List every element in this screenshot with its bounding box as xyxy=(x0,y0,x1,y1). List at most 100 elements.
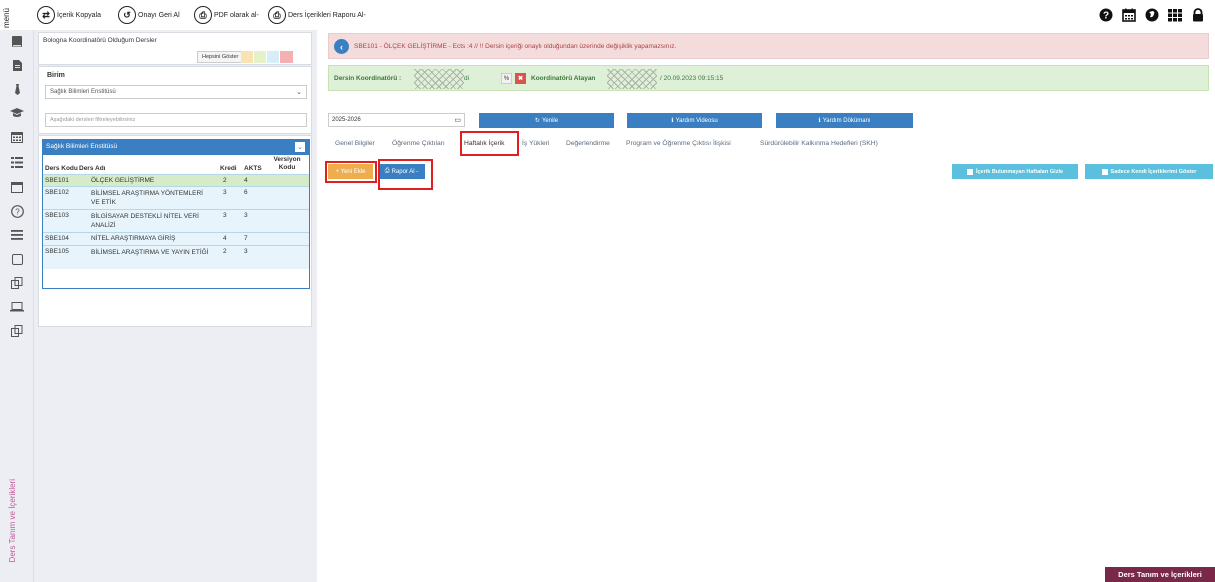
graduation-cap-icon[interactable] xyxy=(10,106,24,120)
filter-swatch-green[interactable] xyxy=(254,51,266,63)
calendar-icon[interactable] xyxy=(1121,7,1136,22)
grid-icon[interactable] xyxy=(1167,7,1182,22)
refresh-icon: ↻ xyxy=(534,118,540,124)
swap-icon: ⇄ xyxy=(37,6,55,24)
own-content-label: Sadece Kendi İçeriklerimi Göster xyxy=(1110,168,1197,175)
menu-icon[interactable] xyxy=(10,228,24,242)
book-icon[interactable] xyxy=(10,34,24,48)
revoke-approval-label: Onayı Geri Al xyxy=(138,11,180,19)
tab-assessment[interactable]: Değerlendirme xyxy=(566,140,610,147)
help-doc-button[interactable]: ℹ Yardım Dökümanı xyxy=(776,113,913,128)
square-icon[interactable] xyxy=(10,252,24,266)
calendar-icon: ▭ xyxy=(454,117,461,124)
pdf-export-button[interactable]: ⎙ PDF olarak al- xyxy=(194,6,259,24)
checkbox-icon xyxy=(1101,168,1108,175)
locked-alert: ‹ SBE101 - ÖLÇEK GELİŞTİRME - Ects :4 //… xyxy=(328,33,1209,59)
col-ects: AKTS xyxy=(244,165,262,172)
course-name: BİLGİSAYAR DESTEKLİ NİTEL VERİ ANALİZİ xyxy=(91,213,199,229)
course-list-title: Sağlık Bilimleri Enstitüsü xyxy=(46,143,118,150)
copy-content-label: İçerik Kopyala xyxy=(57,11,101,19)
refresh-button[interactable]: ↻ Yenile xyxy=(479,113,614,128)
show-all-button[interactable]: Hepsini Göster xyxy=(197,51,244,63)
revoke-approval-button[interactable]: ↺ Onayı Geri Al xyxy=(118,6,180,24)
chevron-down-icon: ⌄ xyxy=(296,89,302,96)
calendar-icon[interactable] xyxy=(10,130,24,144)
help-video-button[interactable]: ℹ Yardım Videosu xyxy=(627,113,762,128)
svg-text:?: ? xyxy=(1102,10,1108,21)
highlight-report-button xyxy=(378,159,433,190)
help-circle-icon[interactable]: ? xyxy=(10,204,24,218)
filter-swatch-blue[interactable] xyxy=(267,51,279,63)
tab-general[interactable]: Genel Bilgiler xyxy=(335,140,375,147)
globe-icon[interactable] xyxy=(1144,7,1159,22)
redacted-name xyxy=(414,69,464,89)
hide-empty-weeks-toggle[interactable]: İçerik Bulunmayan Haftaları Gizle xyxy=(952,164,1078,179)
course-list-box: Sağlık Bilimleri Enstitüsü ⌄ Ders Kodu D… xyxy=(38,135,312,327)
course-filter-input[interactable]: Aşağıdaki dersleri filtreleyebilirsiniz xyxy=(45,113,307,127)
course-name: BİLİMSEL ARAŞTIRMA VE YAYIN ETİĞİ xyxy=(91,249,209,256)
calendar-outline-icon[interactable] xyxy=(10,180,24,194)
course-row[interactable]: SBE103 BİLGİSAYAR DESTEKLİ NİTEL VERİ AN… xyxy=(43,209,309,232)
tab-sdg[interactable]: Sürdürülebilir Kalkınma Hedefleri (SKH) xyxy=(760,140,878,147)
remove-icon[interactable]: ✖ xyxy=(515,73,526,84)
tab-learning-outcomes[interactable]: Öğrenme Çıktıları xyxy=(392,140,445,147)
list-icon[interactable] xyxy=(10,155,24,169)
lock-icon[interactable] xyxy=(1190,7,1205,22)
course-ects: 3 xyxy=(244,248,248,255)
course-code: SBE102 xyxy=(45,189,69,196)
hide-empty-label: İçerik Bulunmayan Haftaları Gizle xyxy=(975,168,1064,175)
info-icon: ℹ xyxy=(671,118,674,124)
back-icon[interactable]: ‹ xyxy=(334,39,349,54)
course-name: ÖLÇEK GELİŞTİRME xyxy=(91,177,155,184)
filter-swatch-red[interactable] xyxy=(280,51,293,63)
main-content: ‹ SBE101 - ÖLÇEK GELİŞTİRME - Ects :4 //… xyxy=(322,30,1215,582)
laptop-icon[interactable] xyxy=(10,300,24,314)
copy-content-button[interactable]: ⇄ İçerik Kopyala xyxy=(37,6,101,24)
tab-program-outcome-relation[interactable]: Program ve Öğrenme Çıktısı İlişkisi xyxy=(626,140,731,147)
course-report-button[interactable]: ⎙ Ders İçerikleri Raporu Al- xyxy=(268,6,366,24)
checkbox-icon xyxy=(966,168,973,175)
course-sidebar: Bologna Koordinatörü Olduğum Dersler Hep… xyxy=(34,30,317,582)
course-credit: 4 xyxy=(223,235,227,242)
course-list-panel: Sağlık Bilimleri Enstitüsü ⌄ Ders Kodu D… xyxy=(42,139,310,289)
unit-select[interactable]: Sağlık Bilimleri Enstitüsü ⌄ xyxy=(45,85,307,99)
assigner-label: Koordinatörü Atayan xyxy=(531,75,596,82)
col-code: Ders Kodu xyxy=(45,165,78,172)
unit-select-value: Sağlık Bilimleri Enstitüsü xyxy=(50,89,116,95)
coordinator-courses-box: Bologna Koordinatörü Olduğum Dersler Hep… xyxy=(38,32,312,65)
redacted-assigner xyxy=(607,69,657,89)
course-row[interactable]: SBE104 NİTEL ARAŞTIRMAYA GİRİŞ 4 7 xyxy=(43,232,309,245)
own-content-toggle[interactable]: Sadece Kendi İçeriklerimi Göster xyxy=(1085,164,1213,179)
coordinator-suffix: di xyxy=(464,75,470,82)
course-ects: 4 xyxy=(244,177,248,184)
info-icon: ℹ xyxy=(818,118,821,124)
pdf-export-label: PDF olarak al- xyxy=(214,11,259,19)
print-icon: ⎙ xyxy=(268,6,286,24)
link-icon[interactable]: % xyxy=(501,73,512,84)
course-table-header: Ders Kodu Ders Adı Kredi AKTS Versiyon K… xyxy=(43,155,309,174)
copy-icon[interactable] xyxy=(10,276,24,290)
collapse-toggle-icon[interactable]: ⌄ xyxy=(295,142,305,152)
icon-rail: ? Ders Tanım ve İçerikleri xyxy=(0,30,34,582)
tie-icon[interactable] xyxy=(10,82,24,96)
filter-swatch-yellow[interactable] xyxy=(241,51,253,63)
assign-date: / 20.09.2023 09:15:15 xyxy=(660,75,724,82)
menu-toggle[interactable]: menü xyxy=(2,2,14,28)
academic-year-value: 2025-2026 xyxy=(332,117,361,123)
course-ects: 6 xyxy=(244,189,248,196)
top-toolbar: menü ⇄ İçerik Kopyala ↺ Onayı Geri Al ⎙ … xyxy=(0,0,1215,30)
copy-alt-icon[interactable] xyxy=(10,324,24,338)
course-list-header: Sağlık Bilimleri Enstitüsü ⌄ xyxy=(43,140,309,155)
course-row[interactable]: SBE101 ÖLÇEK GELİŞTİRME 2 4 xyxy=(43,174,309,186)
course-code: SBE101 xyxy=(45,177,69,184)
refresh-label: Yenile xyxy=(541,117,559,124)
undo-icon: ↺ xyxy=(118,6,136,24)
academic-year-select[interactable]: 2025-2026 ▭ xyxy=(328,113,465,127)
course-row[interactable]: SBE105 BİLİMSEL ARAŞTIRMA VE YAYIN ETİĞİ… xyxy=(43,245,309,269)
help-icon[interactable]: ? xyxy=(1098,7,1113,22)
course-row[interactable]: SBE102 BİLİMSEL ARAŞTIRMA YÖNTEMLERİ VE … xyxy=(43,186,309,209)
document-icon[interactable] xyxy=(10,58,24,72)
tab-workload[interactable]: İş Yükleri xyxy=(522,140,549,147)
course-name: NİTEL ARAŞTIRMAYA GİRİŞ xyxy=(91,235,176,242)
svg-text:?: ? xyxy=(15,207,20,216)
